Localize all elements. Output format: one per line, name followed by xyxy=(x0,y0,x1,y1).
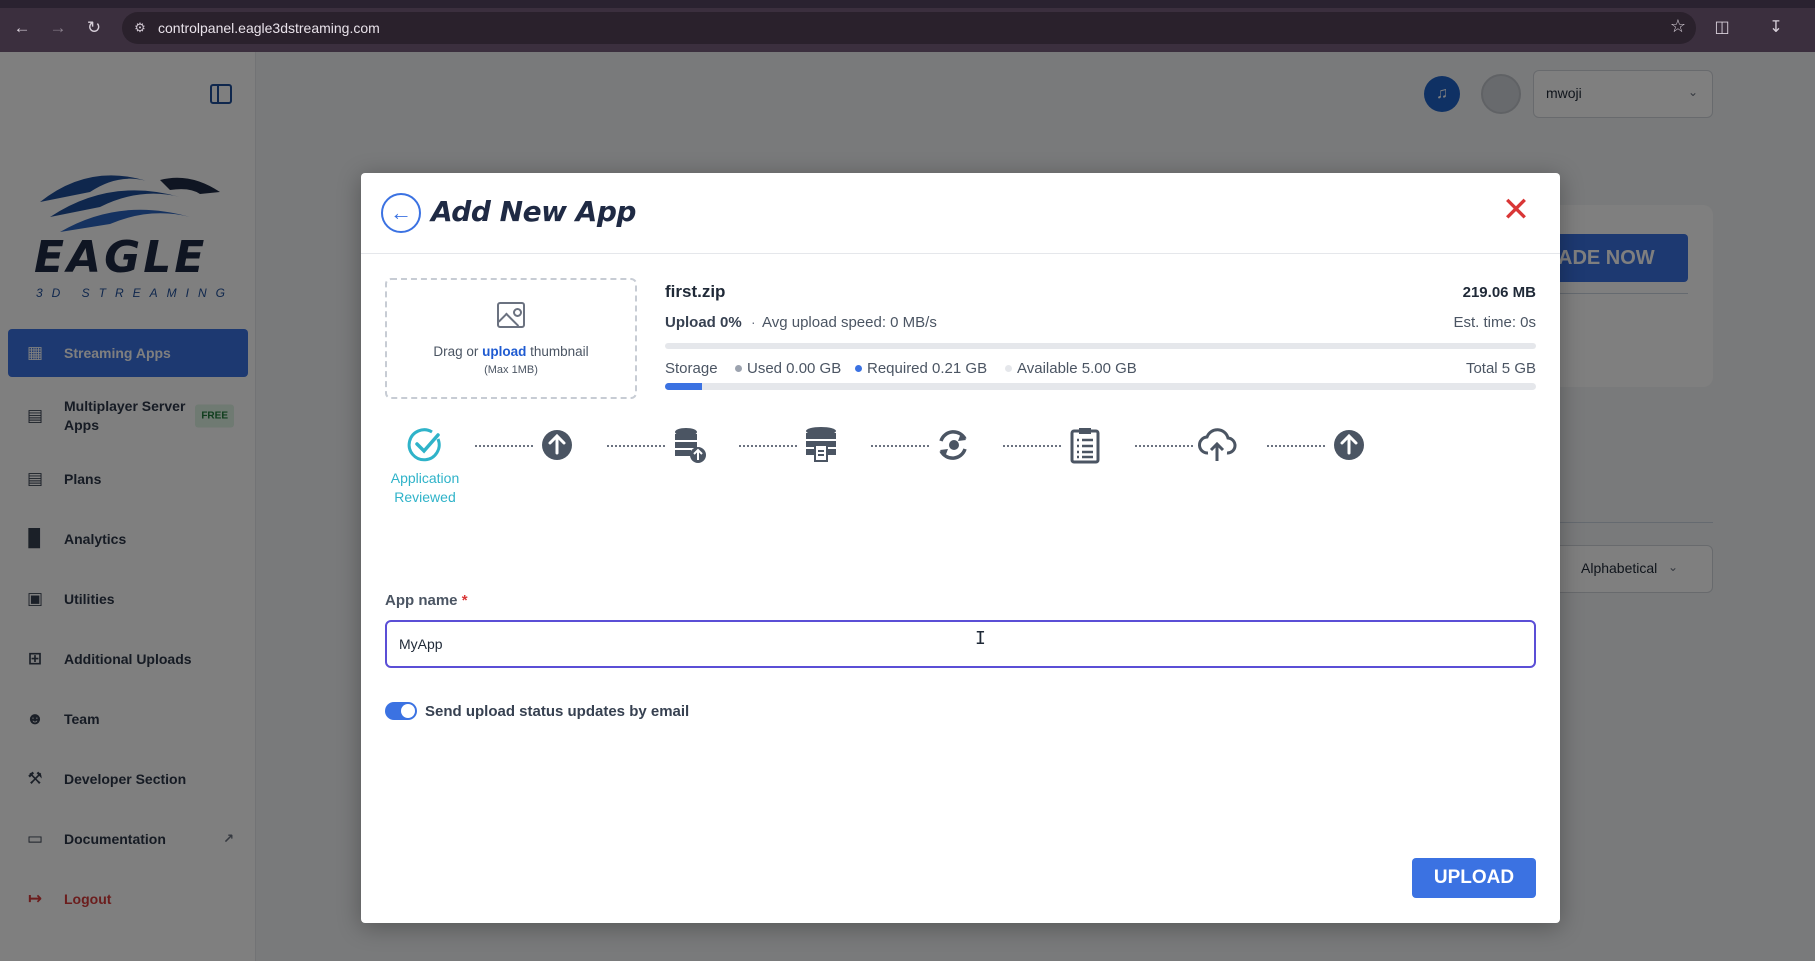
refresh-icon xyxy=(939,430,967,460)
toggle-knob xyxy=(401,704,415,718)
thumbnail-dropzone[interactable]: Drag or upload thumbnail (Max 1MB) xyxy=(385,278,637,399)
address-bar[interactable]: ⚙ controlpanel.eagle3dstreaming.com ☆ xyxy=(122,12,1696,44)
cloud-upload-icon xyxy=(1198,428,1237,461)
app-name-label: App name * xyxy=(385,592,468,609)
step-label: Application Reviewed xyxy=(390,470,460,505)
upload-button[interactable]: UPLOAD xyxy=(1412,858,1536,898)
upload-thumbnail-link[interactable]: upload xyxy=(482,344,526,359)
email-updates-toggle[interactable] xyxy=(385,702,417,720)
image-icon xyxy=(497,302,525,328)
required-asterisk: * xyxy=(461,592,468,609)
upload-steps: Application Reviewed xyxy=(385,425,1536,505)
storage-required-text: Required 0.21 GB xyxy=(867,360,988,377)
required-dot xyxy=(855,364,862,372)
database-file-icon xyxy=(806,427,836,462)
separator: · xyxy=(751,314,756,330)
step-clipboard xyxy=(1045,425,1125,465)
close-icon[interactable]: ✕ xyxy=(1500,193,1532,227)
back-arrow-icon[interactable]: ← xyxy=(381,193,421,233)
site-settings-icon[interactable]: ⚙ xyxy=(130,18,150,38)
storage-available-text: Available 5.00 GB xyxy=(1017,360,1137,377)
app-name-input[interactable] xyxy=(385,620,1536,668)
back-arrow-icon[interactable]: ← xyxy=(10,16,34,40)
storage-required: Required 0.21 GB xyxy=(855,360,987,377)
storage-bar xyxy=(665,383,1536,390)
extensions-icon[interactable]: ◫ xyxy=(1710,16,1734,40)
download-icon[interactable]: ↧ xyxy=(1764,16,1788,40)
database-upload-icon xyxy=(675,428,706,463)
modal-header: ← Add New App ✕ xyxy=(361,173,1560,254)
url-text: controlpanel.eagle3dstreaming.com xyxy=(158,20,380,36)
check-circle-icon xyxy=(407,428,441,462)
step-database-file xyxy=(781,425,861,465)
upload-percent: Upload 0% xyxy=(665,314,742,331)
thumbnail-suffix: thumbnail xyxy=(526,344,589,359)
step-upload xyxy=(517,425,597,465)
clipboard-list-icon xyxy=(1070,428,1100,464)
storage-label: Storage xyxy=(665,360,718,377)
thumbnail-hint: (Max 1MB) xyxy=(484,364,538,376)
thumbnail-instructions: Drag or upload thumbnail xyxy=(387,344,635,359)
step-final-upload xyxy=(1309,425,1389,465)
storage-available: Available 5.00 GB xyxy=(1005,360,1137,377)
email-updates-label: Send upload status updates by email xyxy=(425,703,690,720)
step-refresh xyxy=(913,425,993,465)
arrow-up-circle-icon xyxy=(542,430,572,460)
used-dot xyxy=(735,364,742,372)
forward-arrow-icon[interactable]: → xyxy=(46,16,70,40)
bookmark-star-icon[interactable]: ☆ xyxy=(1670,16,1686,37)
step-database-upload xyxy=(649,425,729,465)
upload-progress-bar xyxy=(665,343,1536,349)
available-dot xyxy=(1005,364,1012,372)
file-name: first.zip xyxy=(665,282,726,301)
storage-fill xyxy=(665,383,702,390)
modal-title: Add New App xyxy=(431,195,636,228)
avg-upload-speed: Avg upload speed: 0 MB/s xyxy=(762,314,937,331)
tab-strip xyxy=(0,0,1815,8)
storage-used-text: Used 0.00 GB xyxy=(747,360,842,377)
storage-total: Total 5 GB xyxy=(1465,360,1536,377)
file-size: 219.06 MB xyxy=(1462,284,1536,301)
storage-used: Used 0.00 GB xyxy=(735,360,841,377)
estimated-time: Est. time: 0s xyxy=(1453,314,1536,331)
add-app-modal: ← Add New App ✕ Drag or upload thumbnail… xyxy=(361,173,1560,923)
step-cloud-upload xyxy=(1177,425,1257,465)
browser-chrome: ← → ↻ ⚙ controlpanel.eagle3dstreaming.co… xyxy=(0,0,1815,52)
reload-icon[interactable]: ↻ xyxy=(82,16,106,40)
app-name-label-text: App name xyxy=(385,592,458,609)
thumbnail-prefix: Drag or xyxy=(433,344,483,359)
step-application-reviewed: Application Reviewed xyxy=(385,425,465,507)
text-cursor-icon: I xyxy=(975,628,986,649)
arrow-up-circle-icon xyxy=(1334,430,1364,460)
